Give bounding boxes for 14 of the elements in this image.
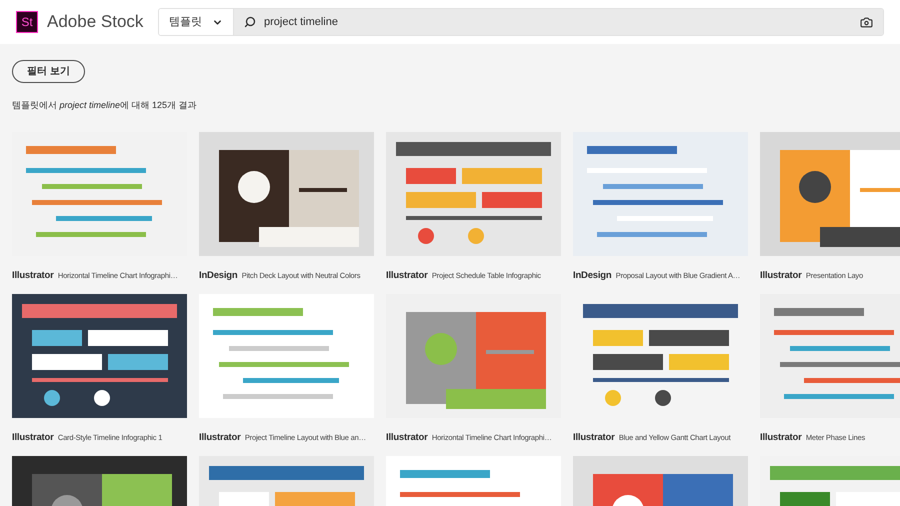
app-name: Illustrator	[199, 432, 241, 443]
app-name: Illustrator	[573, 432, 615, 443]
brand-name: Adobe Stock	[47, 11, 144, 34]
app-name: Illustrator	[12, 270, 54, 281]
logo-icon: St	[16, 11, 38, 33]
app-name: Illustrator	[386, 270, 428, 281]
app-name: InDesign	[199, 270, 238, 281]
app-name: Illustrator	[12, 432, 54, 443]
app-name: Illustrator	[760, 432, 802, 443]
filter-button[interactable]: 필터 보기	[12, 60, 85, 83]
app-name: InDesign	[573, 270, 612, 281]
app-name: Illustrator	[760, 270, 802, 281]
result-summary: 템플릿에서 project timeline에 대해 125개 결과	[12, 99, 198, 112]
app-name: Illustrator	[386, 432, 428, 443]
